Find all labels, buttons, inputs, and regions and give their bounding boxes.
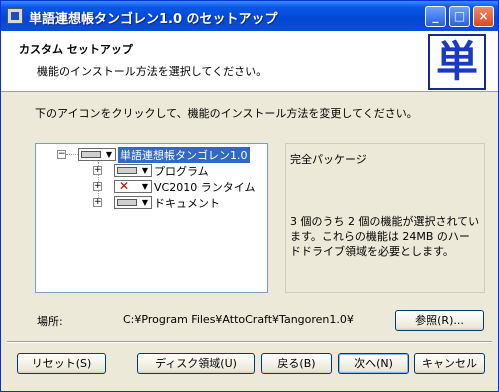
page-title: カスタム セットアップ [19,43,133,56]
tree-root-row[interactable]: − ▼ 単語連想帳タンゴレン1.0 [36,147,266,163]
tree-item-label[interactable]: VC2010 ランタイム [154,179,255,195]
x-unavailable-icon: ✕ [119,179,130,193]
feature-state-dropdown[interactable]: ▼ [114,164,152,177]
wizard-header: カスタム セットアップ 機能のインストール方法を選択してください。 単 [1,31,498,92]
chevron-down-icon: ▼ [141,166,148,175]
feature-state-dropdown[interactable]: ▼ [78,148,116,161]
title-bar[interactable]: 単語連想帳タンゴレン1.0 のセットアップ _ □ × [1,1,498,31]
separator [7,341,492,343]
minimize-button[interactable]: _ [425,6,446,27]
feature-state-dropdown[interactable]: ▼ [114,196,152,209]
chevron-down-icon: ▼ [141,182,148,191]
drive-icon [81,151,101,158]
feature-tree[interactable]: − ▼ 単語連想帳タンゴレン1.0 + ▼ プログラム + ✕ ▼ VC2010… [35,143,268,293]
window-title: 単語連想帳タンゴレン1.0 のセットアップ [29,12,278,27]
expand-toggle[interactable]: + [93,198,102,207]
next-button[interactable]: 次へ(N) [338,353,409,374]
tree-root-label[interactable]: 単語連想帳タンゴレン1.0 [118,147,250,163]
cancel-button[interactable]: キャンセル [414,353,485,374]
close-button[interactable]: × [473,6,494,27]
installer-app-icon [7,8,23,24]
tree-item-program[interactable]: + ▼ プログラム [36,163,266,179]
instruction-text: 下のアイコンをクリックして、機能のインストール方法を変更してください。 [35,107,418,120]
chevron-down-icon: ▼ [105,150,112,159]
expand-toggle[interactable]: + [93,182,102,191]
tree-item-label[interactable]: プログラム [154,163,209,179]
app-logo-icon: 単 [428,34,486,90]
back-button[interactable]: 戻る(B) [261,353,332,374]
collapse-toggle[interactable]: − [57,150,66,159]
feature-description-panel: 完全パッケージ 3 個のうち 2 個の機能が選択されています。これらの機能は 2… [285,143,485,293]
install-path: C:¥Program Files¥AttoCraft¥Tangoren1.0¥ [123,313,354,326]
disk-cost-button[interactable]: ディスク領域(U) [137,353,255,374]
tree-item-documents[interactable]: + ▼ ドキュメント [36,195,266,211]
feature-description-title: 完全パッケージ [290,153,367,166]
page-description: 機能のインストール方法を選択してください。 [37,65,268,78]
feature-description-text: 3 個のうち 2 個の機能が選択されています。これらの機能は 24MB のハード… [290,215,480,258]
browse-button[interactable]: 参照(R)... [395,310,484,331]
setup-window: 単語連想帳タンゴレン1.0 のセットアップ _ □ × カスタム セットアップ … [0,0,499,392]
drive-icon [117,199,137,206]
chevron-down-icon: ▼ [141,198,148,207]
maximize-button[interactable]: □ [449,6,470,27]
tree-item-label[interactable]: ドキュメント [154,195,220,211]
feature-state-dropdown[interactable]: ✕ ▼ [114,179,152,193]
tree-item-vc2010-runtime[interactable]: + ✕ ▼ VC2010 ランタイム [36,179,266,195]
reset-button[interactable]: リセット(S) [17,353,106,374]
location-label: 場所: [37,315,63,328]
drive-icon [117,167,137,174]
expand-toggle[interactable]: + [93,166,102,175]
